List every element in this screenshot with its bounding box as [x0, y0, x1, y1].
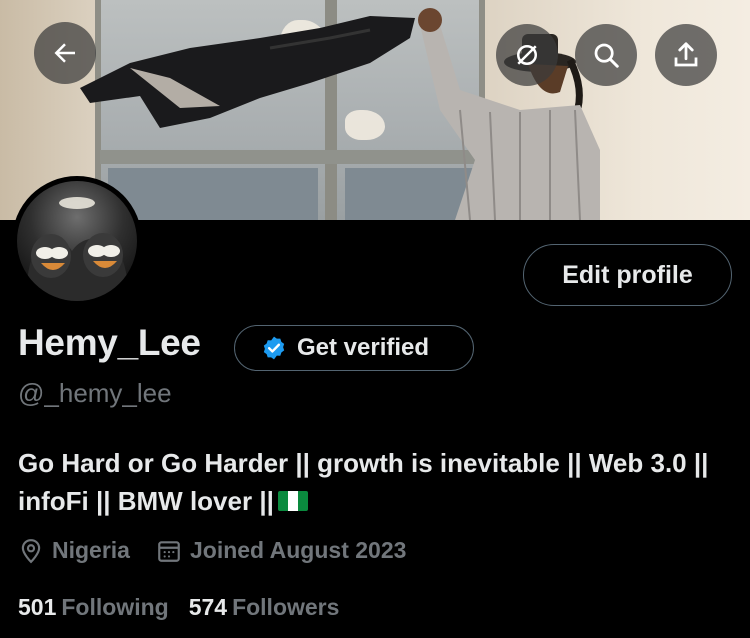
location-text: Nigeria [52, 537, 130, 563]
search-button[interactable] [575, 24, 637, 86]
grok-button[interactable] [496, 24, 558, 86]
get-verified-button[interactable]: Get verified [234, 325, 474, 371]
followers-count: 574 [188, 594, 228, 620]
following-label: Following [61, 594, 169, 620]
get-verified-label: Get verified [297, 334, 430, 361]
followers-label: Followers [232, 594, 340, 620]
followers-link[interactable]: 574 Followers [189, 594, 340, 621]
profile-bio: Go Hard or Go Harder || growth is inevit… [18, 444, 728, 520]
user-handle: @_hemy_lee [18, 378, 172, 408]
location-pin-icon [21, 538, 41, 563]
banner-person-image [418, 8, 600, 220]
flying-coat-image [80, 16, 415, 128]
bio-text: Go Hard or Go Harder || growth is inevit… [18, 448, 709, 516]
calendar-icon [158, 540, 180, 562]
avatar-image [17, 181, 137, 301]
following-link[interactable]: 501 Following [18, 594, 169, 621]
follow-stats: 501 Following 574 Followers [18, 594, 359, 621]
search-icon [594, 43, 619, 68]
profile-meta: Nigeria Joined August 2023 [18, 537, 432, 564]
banner-door-panel [108, 168, 318, 220]
share-icon [674, 42, 698, 67]
location-item: Nigeria [18, 537, 130, 564]
back-button[interactable] [34, 22, 96, 84]
joined-item: Joined August 2023 [156, 537, 406, 564]
display-name: Hemy_Lee [18, 322, 201, 363]
arrow-left-icon [54, 43, 75, 63]
following-count: 501 [18, 594, 57, 620]
joined-text: Joined August 2023 [189, 537, 407, 563]
verified-badge-icon [263, 336, 285, 360]
nigeria-flag-icon [277, 491, 308, 511]
grok-icon [517, 45, 537, 65]
share-button[interactable] [655, 24, 717, 86]
edit-profile-button[interactable]: Edit profile [523, 244, 732, 306]
avatar[interactable] [12, 176, 142, 306]
